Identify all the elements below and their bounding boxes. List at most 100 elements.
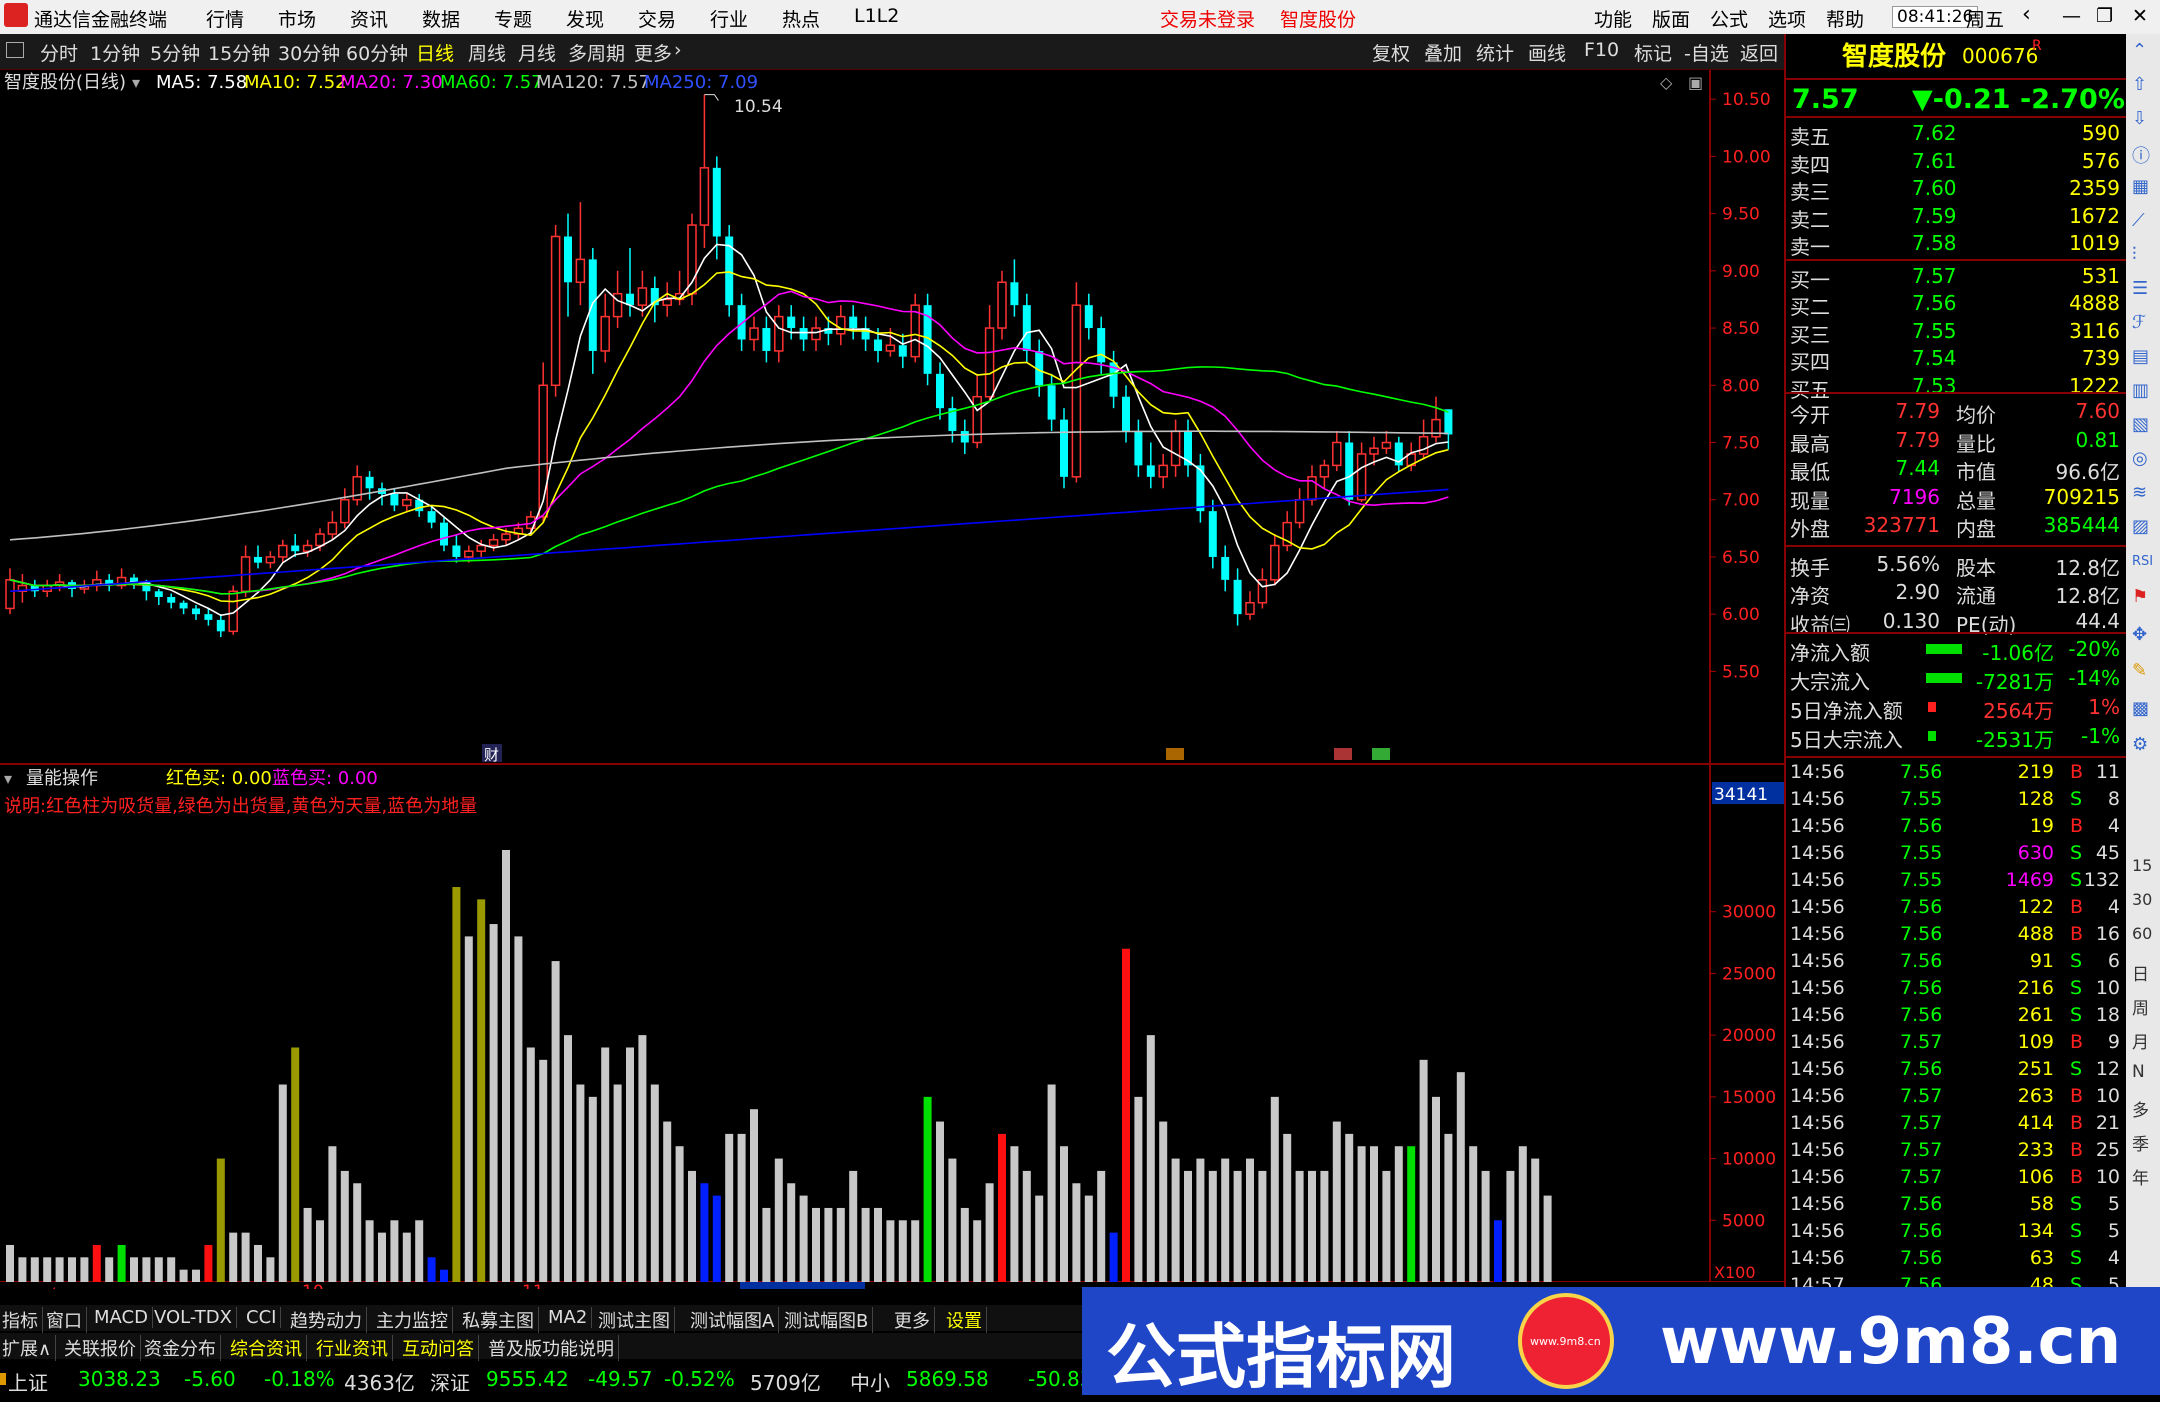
side-wave-icon[interactable]: ≋ bbox=[2132, 482, 2147, 503]
candle-body[interactable] bbox=[1418, 436, 1429, 455]
tick-row[interactable]: 14:56 7.56 91 S 6 bbox=[1786, 949, 2126, 976]
candle-body[interactable] bbox=[179, 602, 188, 609]
side-arrow-up-icon[interactable]: ⇧ bbox=[2132, 74, 2147, 95]
tick-row[interactable]: 14:56 7.55 128 S 8 bbox=[1786, 787, 2126, 814]
volume-bar[interactable] bbox=[1047, 1084, 1056, 1282]
volume-bar[interactable] bbox=[1345, 1133, 1354, 1282]
candle-body[interactable] bbox=[1146, 465, 1155, 477]
menu-item-formula[interactable]: 公式 bbox=[1710, 5, 1748, 32]
volume-bar[interactable] bbox=[985, 1183, 994, 1282]
bottom_tabs1-tab[interactable]: 指标 bbox=[2, 1307, 43, 1333]
tick-row[interactable]: 14:56 7.57 109 B 9 bbox=[1786, 1030, 2126, 1057]
volume-bar[interactable] bbox=[1320, 1170, 1329, 1282]
side-circle-icon[interactable]: ◎ bbox=[2132, 448, 2148, 469]
bottom_tabs2-tab[interactable]: 关联报价 bbox=[64, 1335, 141, 1361]
tick-list[interactable]: 14:56 7.56 219 B 11 14:56 7.55 128 S 8 14:56 7.56 19… bbox=[1786, 756, 2126, 1289]
volume-bar[interactable] bbox=[241, 1232, 250, 1282]
candle-body[interactable] bbox=[278, 544, 288, 558]
volume-bar[interactable] bbox=[105, 1257, 114, 1282]
candle-body[interactable] bbox=[811, 327, 821, 341]
menu-item-options[interactable]: 选项 bbox=[1768, 5, 1806, 32]
tick-row[interactable]: 14:56 7.56 19 B 4 bbox=[1786, 814, 2126, 841]
candle-body[interactable] bbox=[1010, 282, 1019, 306]
ask-row[interactable]: 卖三 7.60 2359 bbox=[1786, 175, 2126, 204]
volume-bar[interactable] bbox=[861, 1207, 870, 1282]
candle-body[interactable] bbox=[5, 579, 15, 610]
volume-bar[interactable] bbox=[80, 1257, 89, 1282]
volume-bar[interactable] bbox=[1456, 1072, 1465, 1282]
volume-bar[interactable] bbox=[712, 1195, 721, 1282]
volume-bar[interactable] bbox=[192, 1269, 200, 1282]
menu-item-data[interactable]: 数据 bbox=[422, 5, 460, 32]
volume-bar[interactable] bbox=[254, 1244, 262, 1282]
volume-bar[interactable] bbox=[303, 1207, 312, 1282]
bottom_tabs2-tab[interactable]: 普及版功能说明 bbox=[488, 1335, 619, 1361]
candle-body[interactable] bbox=[1170, 430, 1181, 467]
volume-bar[interactable] bbox=[1060, 1146, 1068, 1282]
menu-item-topic[interactable]: 专题 bbox=[494, 5, 532, 32]
tick-row[interactable]: 14:56 7.56 251 S 12 bbox=[1786, 1057, 2126, 1084]
candle-body[interactable] bbox=[327, 521, 338, 535]
volume-bar[interactable] bbox=[130, 1257, 138, 1282]
volume-bar[interactable] bbox=[415, 1220, 424, 1282]
volume-bar[interactable] bbox=[30, 1257, 39, 1282]
volume-bar[interactable] bbox=[18, 1257, 27, 1282]
volume-bar[interactable] bbox=[216, 1158, 225, 1282]
candle-body[interactable] bbox=[997, 281, 1007, 329]
volume-bar[interactable] bbox=[1171, 1158, 1180, 1282]
volume-bar[interactable] bbox=[1184, 1170, 1192, 1282]
volume-bar[interactable] bbox=[1109, 1232, 1118, 1282]
candle-body[interactable] bbox=[1381, 441, 1392, 449]
menu-item-hot[interactable]: 热点 bbox=[782, 5, 820, 32]
side-period-n[interactable]: N bbox=[2132, 1062, 2145, 1082]
bottom_tabs1-tab[interactable]: 设置 bbox=[946, 1307, 987, 1333]
candle-body[interactable] bbox=[836, 315, 846, 335]
volume-bar[interactable] bbox=[700, 1183, 709, 1282]
candle-body[interactable] bbox=[1084, 305, 1093, 329]
volume-bar[interactable] bbox=[427, 1257, 436, 1282]
side-info-icon[interactable]: ⓘ bbox=[2132, 142, 2150, 168]
tool-draw[interactable]: 画线 bbox=[1528, 39, 1566, 66]
volume-bar[interactable] bbox=[55, 1257, 64, 1282]
candle-body[interactable] bbox=[1431, 418, 1441, 438]
candle-body[interactable] bbox=[1444, 409, 1453, 435]
candle-body[interactable] bbox=[1356, 453, 1367, 501]
tool-back[interactable]: 返回 bbox=[1740, 39, 1778, 66]
menu-item-trade[interactable]: 交易 bbox=[638, 5, 676, 32]
volume-bar[interactable] bbox=[1022, 1170, 1031, 1282]
volume-bar[interactable] bbox=[1258, 1170, 1267, 1282]
bottom_tabs1-tab[interactable]: VOL-TDX bbox=[154, 1307, 237, 1328]
volume-bar[interactable] bbox=[1444, 1133, 1453, 1282]
volume-bar[interactable] bbox=[1270, 1096, 1279, 1282]
volume-bar[interactable] bbox=[675, 1146, 684, 1282]
candle-body[interactable] bbox=[637, 287, 648, 306]
menu-item-discover[interactable]: 发现 bbox=[566, 5, 604, 32]
candle-body[interactable] bbox=[662, 298, 672, 306]
volume-bar[interactable] bbox=[576, 1084, 585, 1282]
volume-bar[interactable] bbox=[340, 1170, 349, 1282]
volume-bar[interactable] bbox=[1419, 1059, 1428, 1282]
volume-bar[interactable] bbox=[1481, 1170, 1490, 1282]
minimize-icon[interactable]: — bbox=[2062, 5, 2081, 27]
volume-bar[interactable] bbox=[836, 1207, 845, 1282]
volume-bar[interactable] bbox=[948, 1158, 957, 1282]
volume-bar[interactable] bbox=[1531, 1158, 1540, 1282]
side-doc-icon[interactable]: ▤ bbox=[2132, 346, 2149, 367]
side-period-30[interactable]: 30 bbox=[2132, 890, 2152, 909]
volume-bar[interactable] bbox=[1357, 1146, 1366, 1282]
volume-bar[interactable] bbox=[1010, 1146, 1019, 1282]
restore-icon[interactable]: ❐ bbox=[2096, 5, 2113, 27]
bottom_tabs1-tab[interactable]: 主力监控 bbox=[376, 1307, 453, 1333]
ask-row[interactable]: 卖五 7.62 590 bbox=[1786, 120, 2126, 149]
volume-bar[interactable] bbox=[613, 1084, 622, 1282]
candle-body[interactable] bbox=[564, 236, 572, 283]
volume-bar[interactable] bbox=[874, 1207, 882, 1282]
side-arrow-down-icon[interactable]: ⇩ bbox=[2132, 108, 2147, 129]
volume-bar[interactable] bbox=[688, 1170, 696, 1282]
side-bars-icon[interactable]: ▥ bbox=[2132, 380, 2149, 401]
candle-body[interactable] bbox=[737, 305, 746, 340]
candle-body[interactable] bbox=[1270, 544, 1280, 581]
volume-bar[interactable] bbox=[725, 1133, 734, 1282]
side-period-60[interactable]: 60 bbox=[2132, 924, 2152, 943]
volume-bar[interactable] bbox=[1506, 1170, 1515, 1282]
